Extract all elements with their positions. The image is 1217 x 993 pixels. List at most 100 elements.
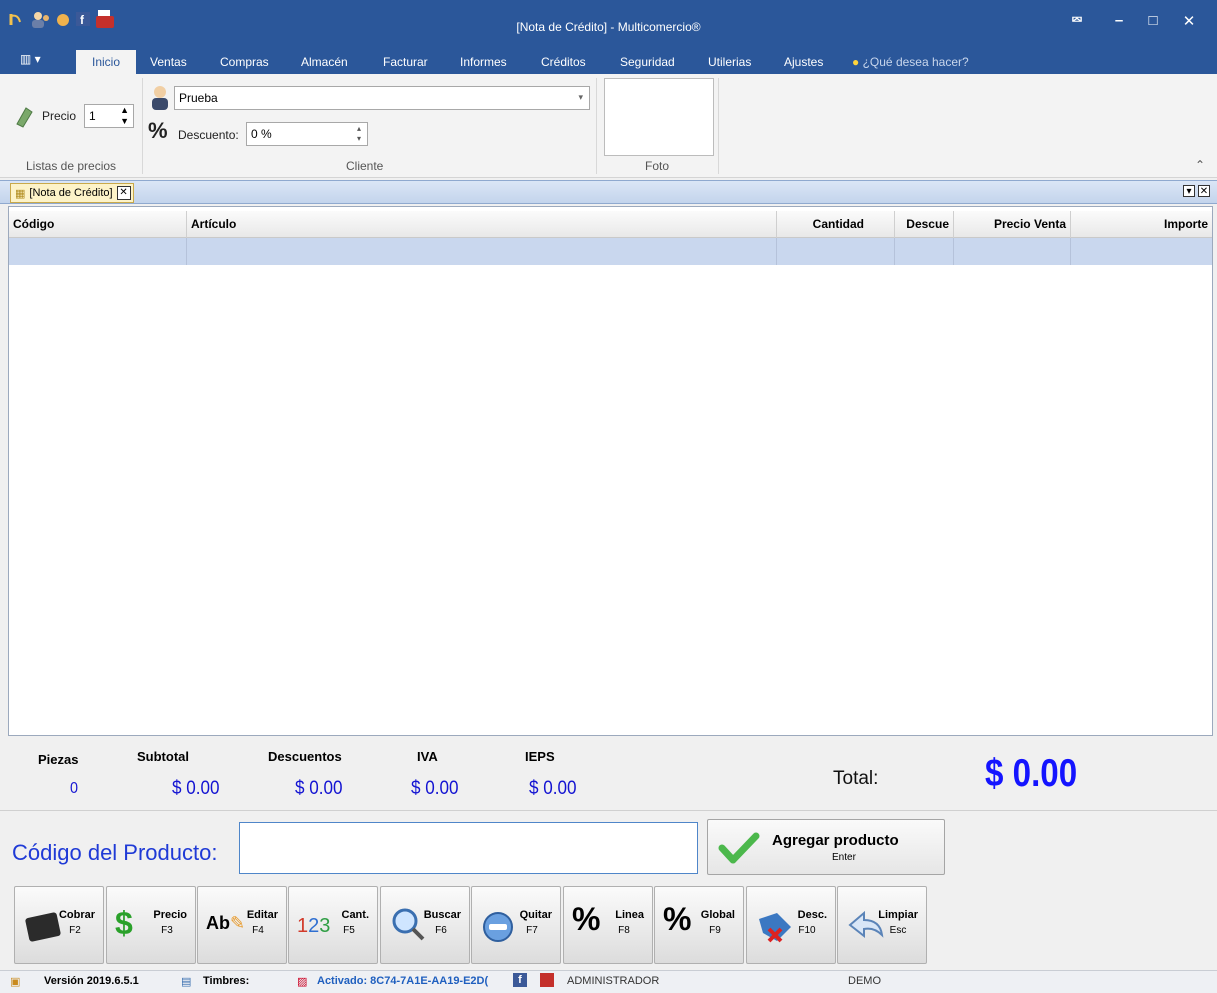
menu-grid-icon: ▥ [20,52,32,66]
cobrar-key: F2 [69,925,81,936]
precio-button[interactable]: $ Precio F3 [106,886,196,964]
mode-text: DEMO [848,975,881,987]
descuento-spinner[interactable]: 0 % ▴ ▾ [246,122,368,146]
undo-icon[interactable] [8,10,24,28]
youtube-icon[interactable] [96,10,114,28]
column-codigo[interactable]: Código [9,211,187,238]
tab-inicio[interactable]: Inicio [76,50,136,74]
desc-key: F10 [798,925,816,936]
maximize-icon[interactable]: □ [1138,12,1168,29]
hand-icon[interactable] [56,10,70,28]
column-importe[interactable]: Importe [1071,211,1212,238]
linea-button[interactable]: % Linea F8 [563,886,653,964]
collapse-ribbon-icon[interactable]: ⌃ [1195,158,1205,172]
chevron-down-icon[interactable]: ▾ [578,92,583,103]
spin-arrows-icon[interactable]: ▴ ▾ [357,124,361,144]
lightbulb-icon: ● [852,55,860,69]
ieps-label: IEPS [525,749,555,764]
column-cantidad[interactable]: Cantidad [777,211,895,238]
tab-compras[interactable]: Compras [220,52,269,72]
timbres-text: Timbres: [203,975,250,987]
tell-me-text: ¿Qué desea hacer? [862,55,969,69]
tab-ajustes[interactable]: Ajustes [784,52,823,72]
quitar-button[interactable]: Quitar F7 [471,886,561,964]
add-product-label: Agregar producto [772,832,899,849]
foto-box [604,78,714,156]
quitar-label: Quitar [519,909,552,921]
editar-key: F4 [252,925,264,936]
cliente-dropdown[interactable]: Prueba ▾ [174,86,590,110]
table-row[interactable] [9,238,1212,265]
tab-utilerias[interactable]: Utilerias [708,52,751,72]
document-tab[interactable]: ▦ [Nota de Crédito] ✕ [10,183,134,203]
limpiar-label: Limpiar [878,909,918,921]
subtotal-label: Subtotal [137,749,189,764]
file-menu-button[interactable]: ▥ ▾ [20,52,41,66]
window-title: [Nota de Crédito] - Multicomercio® [516,20,701,34]
precio-spinner[interactable]: 1 ▲ ▼ [84,104,134,128]
client-icon [148,84,172,110]
close-all-icon[interactable]: ✕ [1198,185,1210,197]
ribbon-display-icon[interactable]: ⮹ [1062,12,1092,29]
column-precio-venta[interactable]: Precio Venta [954,211,1071,238]
tab-facturar[interactable]: Facturar [383,52,428,72]
tab-seguridad[interactable]: Seguridad [620,52,675,72]
divider [0,810,1217,811]
minimize-icon[interactable]: – [1104,12,1134,29]
cantidad-label: Cant. [341,909,370,921]
column-descuento[interactable]: Descue [895,211,954,238]
piezas-value: 0 [70,780,79,797]
editar-label: Editar [246,909,278,921]
descuento-label: Descuento: [178,128,239,142]
cell-divider [776,238,777,265]
tab-list-dropdown-icon[interactable]: ▾ [1183,185,1195,197]
close-tab-icon[interactable]: ✕ [116,186,131,200]
cantidad-button[interactable]: 123 Cant. F5 [288,886,378,964]
column-articulo[interactable]: Artículo [187,211,777,238]
limpiar-button[interactable]: Limpiar Esc [837,886,927,964]
precio-key: F3 [161,925,173,936]
users-icon[interactable] [30,10,52,28]
cobrar-button[interactable]: Cobrar F2 [14,886,104,964]
activation-text: Activado: 8C74-7A1E-AA19-E2D( [317,975,489,987]
desc-button[interactable]: Desc. F10 [746,886,836,964]
global-button[interactable]: % Global F9 [654,886,744,964]
add-product-button[interactable]: Agregar producto Enter [707,819,945,875]
tab-creditos[interactable]: Créditos [541,52,586,72]
foto-group-label: Foto [645,159,670,173]
cliente-group-label: Cliente [346,159,384,173]
cliente-value: Prueba [179,91,218,105]
cantidad-key: F5 [343,925,355,936]
tab-ventas[interactable]: Ventas [150,52,187,72]
precio-label: Precio [42,109,77,123]
total-value: $ 0.00 [985,752,1078,795]
money-icon [14,104,34,128]
facebook-icon[interactable]: f [76,10,90,28]
buscar-button[interactable]: Buscar F6 [380,886,470,964]
desc-label: Desc. [797,909,827,921]
cell-divider [894,238,895,265]
product-code-label: Código del Producto: [12,840,218,865]
precio-label: Precio [153,909,187,921]
tab-informes[interactable]: Informes [460,52,507,72]
youtube-icon[interactable] [540,973,554,987]
cell-divider [1070,238,1071,265]
total-label: Total: [833,768,879,789]
group-divider [718,78,719,174]
facebook-icon[interactable]: f [513,973,527,987]
buscar-key: F6 [435,925,447,936]
precio-value: 1 [89,109,96,123]
tab-almacen[interactable]: Almacén [301,52,348,72]
close-icon[interactable]: ✕ [1174,12,1204,30]
items-grid[interactable] [8,206,1213,736]
tell-me-box[interactable]: ● ¿Qué desea hacer? [852,52,969,72]
subtotal-value: $ 0.00 [172,778,220,799]
price-group-label: Listas de precios [26,159,117,173]
global-key: F9 [709,925,721,936]
spin-arrows-icon[interactable]: ▲ ▼ [120,105,129,127]
global-label: Global [700,909,735,921]
editar-button[interactable]: Ab✎ Editar F4 [197,886,287,964]
descuento-value: 0 % [251,127,272,141]
limpiar-key: Esc [889,925,907,936]
product-code-input[interactable] [239,822,698,874]
